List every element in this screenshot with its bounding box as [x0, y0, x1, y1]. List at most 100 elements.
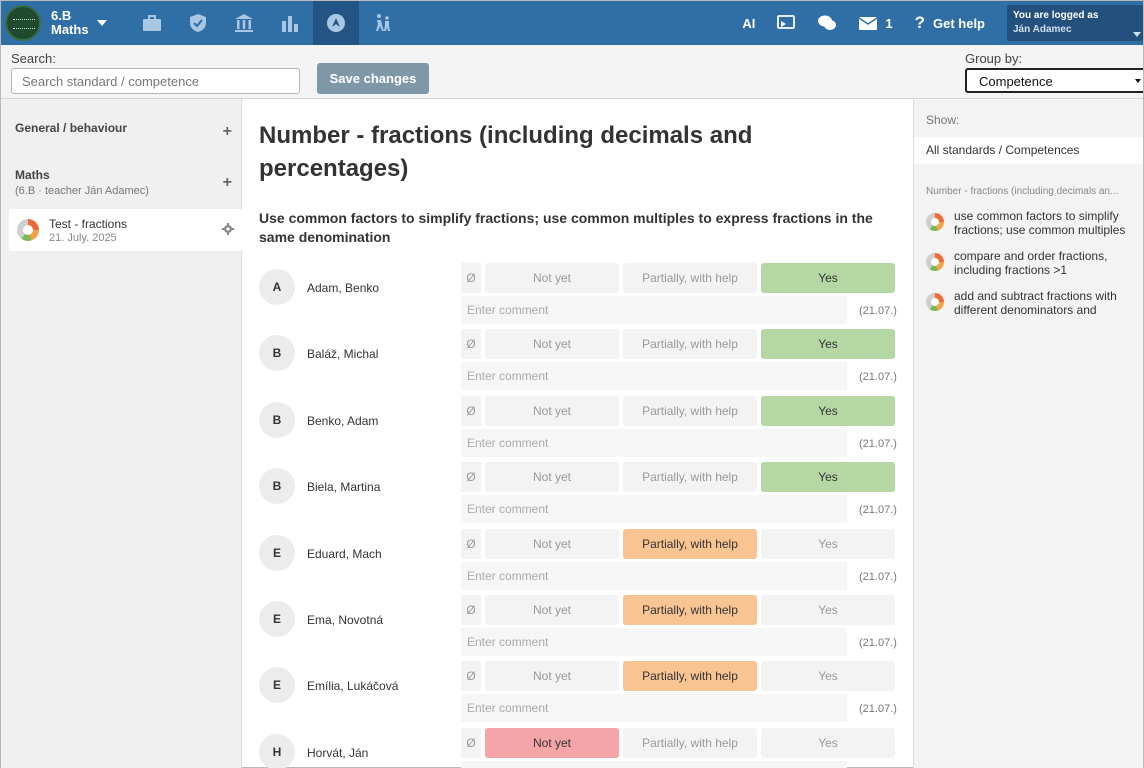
- option-none[interactable]: Ø: [461, 661, 481, 692]
- option-partially[interactable]: Partially, with help: [623, 661, 757, 692]
- nav-statistics[interactable]: [267, 1, 313, 45]
- student-row: A Adam, Benko Ø Not yet Partially, with help…: [259, 263, 897, 329]
- group-title: General / behaviour: [15, 121, 128, 135]
- page-title: Number - fractions (including decimals a…: [259, 122, 753, 182]
- rating-options: Ø Not yet Partially, with help Yes: [461, 462, 899, 493]
- option-not-yet[interactable]: Not yet: [485, 594, 619, 625]
- option-none[interactable]: Ø: [461, 594, 481, 625]
- standard-item[interactable]: compare and order fractions, including f…: [914, 237, 1143, 277]
- option-none[interactable]: Ø: [461, 263, 481, 293]
- nav-assessment[interactable]: [312, 1, 359, 45]
- comment-input[interactable]: [461, 760, 847, 768]
- student-name: Benko, Adam: [307, 413, 379, 428]
- avatar: B: [259, 468, 295, 505]
- user-menu[interactable]: You are logged as Ján Adamec: [1007, 5, 1143, 41]
- comment-input[interactable]: [461, 428, 847, 457]
- student-name: Adam, Benko: [307, 281, 380, 295]
- cast-button[interactable]: [777, 15, 796, 31]
- option-partially[interactable]: Partially, with help: [623, 395, 757, 426]
- option-yes[interactable]: Yes: [761, 661, 895, 692]
- rating-options: Ø Not yet Partially, with help Yes: [461, 395, 899, 426]
- option-yes[interactable]: Yes: [761, 528, 895, 559]
- progress-pie-icon: [926, 213, 944, 231]
- main-nav: [129, 1, 405, 45]
- chevron-down-icon: [96, 20, 107, 26]
- option-not-yet[interactable]: Not yet: [485, 329, 619, 360]
- option-yes[interactable]: Yes: [761, 727, 895, 758]
- option-partially[interactable]: Partially, with help: [623, 329, 757, 360]
- standard-item[interactable]: add and subtract fractions with differen…: [914, 277, 1143, 317]
- standard-text: compare and order fractions, including f…: [954, 249, 1108, 277]
- option-not-yet[interactable]: Not yet: [485, 528, 619, 559]
- search-input[interactable]: [11, 68, 300, 94]
- nav-shield[interactable]: [175, 1, 221, 45]
- student-row: B Baláž, Michal Ø Not yet Partially, with he…: [259, 329, 897, 395]
- plus-icon[interactable]: +: [223, 123, 232, 141]
- nav-activities[interactable]: [359, 1, 405, 45]
- option-not-yet[interactable]: Not yet: [485, 661, 619, 692]
- option-partially[interactable]: Partially, with help: [623, 263, 757, 293]
- option-yes[interactable]: Yes: [761, 462, 895, 493]
- left-sidebar: General / behaviour + Maths (6.B · teach…: [1, 99, 242, 768]
- show-select[interactable]: All standards / Competences: [914, 137, 1143, 164]
- option-partially[interactable]: Partially, with help: [623, 594, 757, 625]
- comment-input[interactable]: [461, 561, 847, 590]
- option-not-yet[interactable]: Not yet: [485, 727, 619, 758]
- test-name: Test - fractions: [49, 216, 128, 231]
- option-none[interactable]: Ø: [461, 727, 481, 758]
- student-name: Baláž, Michal: [307, 347, 379, 362]
- comment-input[interactable]: [461, 627, 847, 656]
- comment-input[interactable]: [461, 296, 847, 324]
- rating-options: Ø Not yet Partially, with help Yes: [461, 594, 899, 625]
- sidebar-group-maths[interactable]: Maths (6.B · teacher Ján Adamec) +: [1, 168, 242, 197]
- standard-text: use common factors to simplify fractions…: [954, 209, 1126, 237]
- option-yes[interactable]: Yes: [761, 263, 895, 293]
- chevron-down-icon: [1135, 79, 1141, 83]
- avatar: E: [259, 667, 295, 704]
- sidebar-group-general[interactable]: General / behaviour +: [1, 121, 242, 140]
- question-icon: ?: [914, 13, 925, 32]
- nav-briefcase[interactable]: [129, 1, 175, 45]
- option-yes[interactable]: Yes: [761, 395, 895, 426]
- option-not-yet[interactable]: Not yet: [485, 462, 619, 493]
- student-list: A Adam, Benko Ø Not yet Partially, with help…: [259, 263, 897, 768]
- shield-icon: [189, 14, 206, 32]
- option-yes[interactable]: Yes: [761, 594, 895, 625]
- option-none[interactable]: Ø: [461, 329, 481, 360]
- comment-input[interactable]: [461, 362, 847, 391]
- option-not-yet[interactable]: Not yet: [485, 263, 619, 293]
- comment-input[interactable]: [461, 694, 847, 723]
- option-not-yet[interactable]: Not yet: [485, 395, 619, 426]
- class-selector[interactable]: 6.B Maths: [51, 9, 107, 37]
- avatar: B: [259, 401, 295, 438]
- cast-icon: [777, 15, 796, 29]
- comment-input[interactable]: [461, 495, 847, 524]
- save-button[interactable]: Save changes: [317, 63, 429, 94]
- messages-button[interactable]: 1: [859, 15, 893, 31]
- chat-button[interactable]: [817, 14, 837, 32]
- group-by-select[interactable]: Competence: [965, 68, 1143, 93]
- walking-people-icon: [375, 14, 390, 31]
- ai-button[interactable]: AI: [742, 16, 755, 31]
- option-yes[interactable]: Yes: [761, 329, 895, 360]
- school-logo[interactable]: [5, 5, 41, 41]
- option-partially[interactable]: Partially, with help: [623, 727, 757, 758]
- gear-icon[interactable]: [222, 223, 234, 235]
- option-partially[interactable]: Partially, with help: [623, 528, 757, 559]
- plus-icon[interactable]: +: [223, 174, 232, 192]
- option-partially[interactable]: Partially, with help: [623, 462, 757, 493]
- standard-text: add and subtract fractions with differen…: [954, 289, 1117, 317]
- option-none[interactable]: Ø: [461, 528, 481, 559]
- option-none[interactable]: Ø: [461, 395, 481, 426]
- assessment-date: (21.07.): [859, 703, 897, 716]
- rating-options: Ø Not yet Partially, with help Yes: [461, 727, 899, 758]
- help-button[interactable]: ? Get help: [915, 13, 985, 33]
- sidebar-item-test[interactable]: Test - fractions 21. July. 2025: [9, 209, 242, 251]
- avatar: E: [259, 534, 295, 571]
- standard-item[interactable]: use common factors to simplify fractions…: [914, 197, 1143, 237]
- rating-options: Ø Not yet Partially, with help Yes: [461, 661, 899, 692]
- option-none[interactable]: Ø: [461, 462, 481, 493]
- messages-count: 1: [885, 15, 893, 31]
- nav-building[interactable]: [221, 1, 267, 45]
- envelope-icon: [859, 16, 878, 30]
